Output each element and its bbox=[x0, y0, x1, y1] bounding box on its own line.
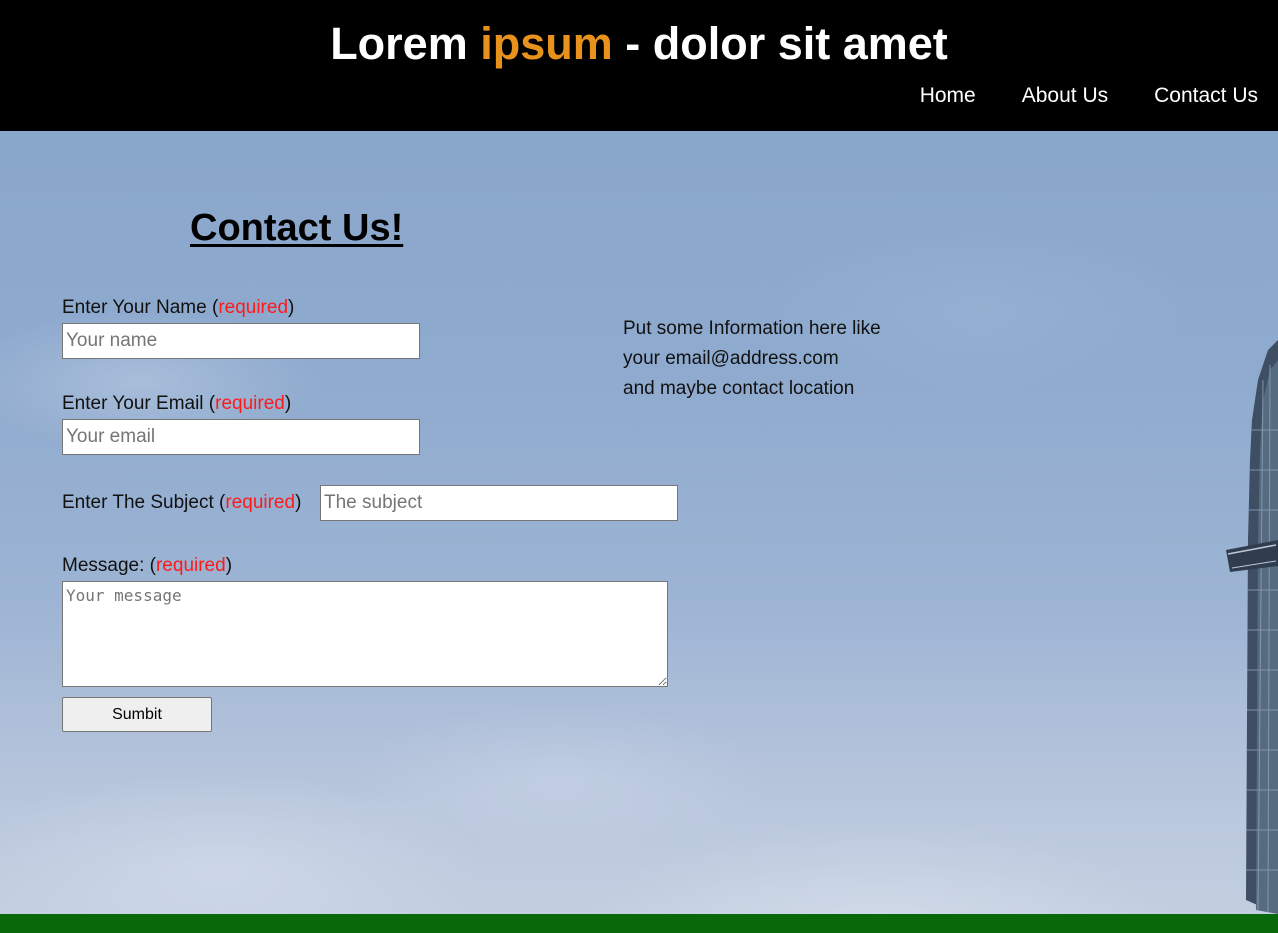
message-label-text: Message: ( bbox=[62, 555, 156, 576]
email-label-close: ) bbox=[284, 393, 292, 414]
contact-heading: Contact Us! bbox=[190, 207, 404, 249]
name-input[interactable] bbox=[62, 323, 420, 359]
submit-button[interactable]: Sumbit bbox=[62, 697, 212, 732]
subject-label-text: Enter The Subject ( bbox=[62, 492, 226, 513]
site-title: Lorem ipsum - dolor sit amet bbox=[0, 18, 1278, 70]
nav-home-link[interactable]: Home bbox=[920, 82, 976, 110]
footer-bar bbox=[0, 914, 1278, 933]
message-required-text: required bbox=[155, 555, 226, 576]
email-required-text: required bbox=[215, 393, 285, 414]
message-label: Message: (required) bbox=[62, 554, 232, 578]
site-title-accent: ipsum bbox=[480, 18, 613, 69]
subject-input[interactable] bbox=[320, 485, 678, 521]
info-line-3: and maybe contact location bbox=[623, 378, 855, 399]
name-label-close: ) bbox=[288, 297, 295, 318]
page: Lorem ipsum - dolor sit amet Home About … bbox=[0, 0, 1278, 933]
email-label: Enter Your Email (required) bbox=[62, 392, 291, 416]
site-title-part2: - dolor sit amet bbox=[612, 18, 948, 69]
name-label: Enter Your Name (required) bbox=[62, 296, 294, 320]
message-textarea[interactable] bbox=[62, 581, 668, 687]
name-label-text: Enter Your Name ( bbox=[62, 297, 219, 318]
email-label-text: Enter Your Email ( bbox=[62, 393, 216, 414]
site-header: Lorem ipsum - dolor sit amet Home About … bbox=[0, 0, 1278, 131]
nav-contact-link[interactable]: Contact Us bbox=[1154, 82, 1258, 110]
building-image bbox=[1226, 340, 1278, 914]
message-label-close: ) bbox=[225, 555, 233, 576]
email-input[interactable] bbox=[62, 419, 420, 455]
info-line-1: Put some Information here like bbox=[623, 318, 881, 339]
subject-label: Enter The Subject (required) bbox=[62, 491, 301, 515]
subject-required-text: required bbox=[225, 492, 296, 513]
site-title-part1: Lorem bbox=[330, 18, 481, 69]
name-required-text: required bbox=[218, 297, 289, 318]
main-nav: Home About Us Contact Us bbox=[874, 82, 1278, 110]
subject-label-close: ) bbox=[295, 492, 302, 513]
info-line-2: your email@address.com bbox=[623, 348, 839, 369]
nav-about-link[interactable]: About Us bbox=[1022, 82, 1108, 110]
contact-info: Put some Information here like your emai… bbox=[623, 314, 881, 404]
